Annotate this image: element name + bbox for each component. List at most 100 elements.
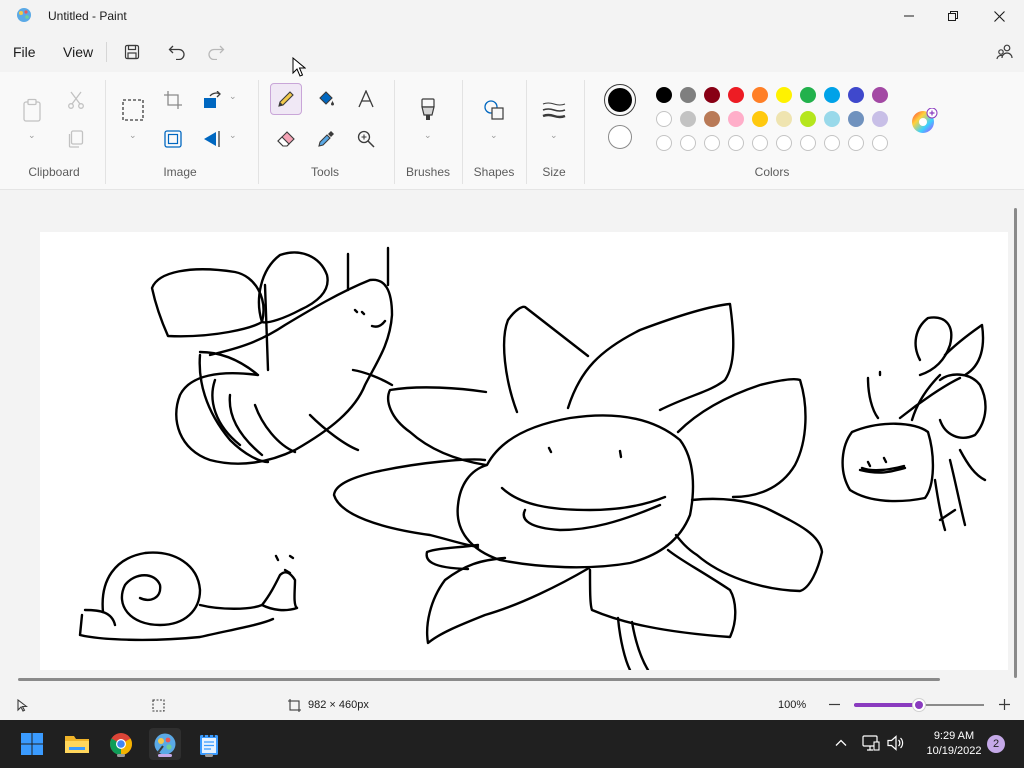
- selection-size-icon: [152, 699, 165, 712]
- custom-color-slot[interactable]: [656, 135, 672, 151]
- redo-button[interactable]: [201, 38, 231, 66]
- start-button[interactable]: [16, 728, 48, 760]
- paint-taskbar-button[interactable]: [149, 728, 181, 760]
- custom-color-slot[interactable]: [680, 135, 696, 151]
- save-button[interactable]: [117, 38, 147, 66]
- custom-color-slot[interactable]: [776, 135, 792, 151]
- color-swatch[interactable]: [752, 87, 768, 103]
- zoom-in-button[interactable]: [996, 696, 1012, 712]
- text-tool-button[interactable]: [350, 83, 382, 115]
- color-swatch[interactable]: [848, 111, 864, 127]
- rotate-button[interactable]: [196, 84, 228, 116]
- eraser-tool-button[interactable]: [270, 123, 302, 155]
- primary-color-button[interactable]: [604, 84, 636, 116]
- flip-button[interactable]: [196, 123, 228, 155]
- show-hidden-icons-button[interactable]: [834, 736, 848, 753]
- color-swatch[interactable]: [704, 111, 720, 127]
- color-swatch[interactable]: [848, 87, 864, 103]
- clipboard-icon: [23, 98, 41, 122]
- pencil-tool-button[interactable]: [270, 83, 302, 115]
- select-button[interactable]: [117, 94, 149, 126]
- restore-button[interactable]: [930, 0, 976, 32]
- edit-colors-button[interactable]: [911, 107, 938, 133]
- custom-color-slot[interactable]: [752, 135, 768, 151]
- undo-button[interactable]: [162, 38, 192, 66]
- shapes-button[interactable]: [478, 94, 510, 126]
- color-swatch[interactable]: [728, 111, 744, 127]
- custom-color-slot[interactable]: [824, 135, 840, 151]
- flip-icon: [204, 131, 220, 147]
- chevron-down-icon[interactable]: ⌄: [229, 91, 237, 102]
- chevron-down-icon[interactable]: ⌄: [129, 130, 137, 141]
- network-button[interactable]: [862, 735, 880, 754]
- share-button[interactable]: [990, 38, 1020, 66]
- color-swatch[interactable]: [704, 87, 720, 103]
- ribbon: ⌄ Clipboard ⌄ ⌄ ⌄ Image Tools ⌄ Brushes …: [0, 72, 1024, 190]
- close-button[interactable]: [976, 0, 1022, 32]
- brushes-button[interactable]: [412, 94, 444, 126]
- chevron-down-icon[interactable]: ⌄: [490, 130, 498, 141]
- vertical-scrollbar[interactable]: [1014, 208, 1017, 678]
- color-swatch[interactable]: [680, 87, 696, 103]
- clock-time: 9:29 AM: [933, 730, 975, 742]
- rectangle-select-icon: [122, 99, 144, 121]
- custom-color-slot[interactable]: [848, 135, 864, 151]
- rotate-icon: [204, 91, 221, 108]
- color-swatch[interactable]: [872, 111, 888, 127]
- paste-button[interactable]: [16, 94, 48, 126]
- horizontal-scrollbar[interactable]: [18, 678, 940, 681]
- chrome-button[interactable]: [105, 728, 137, 760]
- color-swatch[interactable]: [776, 87, 792, 103]
- chevron-down-icon[interactable]: ⌄: [424, 130, 432, 141]
- clock[interactable]: 9:29 AM 10/19/2022: [912, 729, 996, 759]
- file-explorer-button[interactable]: [61, 728, 93, 760]
- color-swatch[interactable]: [800, 87, 816, 103]
- color-swatch[interactable]: [656, 111, 672, 127]
- secondary-color-button[interactable]: [608, 125, 632, 149]
- color-picker-button[interactable]: [310, 123, 342, 155]
- volume-button[interactable]: [887, 735, 905, 754]
- color-swatch[interactable]: [728, 87, 744, 103]
- chevron-down-icon[interactable]: ⌄: [550, 130, 558, 141]
- cursor-position-icon: [17, 699, 28, 712]
- custom-color-slot[interactable]: [800, 135, 816, 151]
- line-width-icon: [542, 102, 566, 119]
- size-button[interactable]: [538, 94, 570, 126]
- zoom-percent[interactable]: 100%: [778, 699, 806, 711]
- canvas-area: [0, 190, 1024, 681]
- zoom-slider[interactable]: [854, 698, 984, 712]
- drawing-canvas[interactable]: [40, 232, 1008, 670]
- notepad-button[interactable]: [193, 728, 225, 760]
- chevron-down-icon[interactable]: ⌄: [229, 130, 237, 141]
- file-menu[interactable]: File: [13, 44, 36, 60]
- color-swatch[interactable]: [872, 87, 888, 103]
- magnifier-tool-button[interactable]: [350, 123, 382, 155]
- crop-button[interactable]: [157, 84, 189, 116]
- color-swatch[interactable]: [752, 111, 768, 127]
- canvas-size-text: 982 × 460px: [308, 699, 369, 711]
- copy-button[interactable]: [60, 123, 92, 155]
- zoom-slider-thumb[interactable]: [912, 698, 926, 712]
- size-group-label: Size: [542, 165, 566, 179]
- minimize-button[interactable]: [886, 0, 932, 32]
- zoom-out-button[interactable]: [826, 696, 842, 712]
- color-swatch[interactable]: [800, 111, 816, 127]
- cut-button[interactable]: [60, 84, 92, 116]
- text-icon: [358, 90, 374, 108]
- notification-badge[interactable]: 2: [987, 735, 1005, 753]
- color-swatch[interactable]: [680, 111, 696, 127]
- custom-color-slot[interactable]: [704, 135, 720, 151]
- resize-button[interactable]: [157, 123, 189, 155]
- primary-color-swatch: [608, 88, 632, 112]
- custom-color-slot[interactable]: [872, 135, 888, 151]
- view-menu[interactable]: View: [63, 44, 93, 60]
- fill-tool-button[interactable]: [310, 83, 342, 115]
- shapes-icon: [484, 100, 504, 120]
- color-swatch[interactable]: [656, 87, 672, 103]
- chevron-down-icon[interactable]: ⌄: [28, 130, 36, 141]
- custom-color-slot[interactable]: [728, 135, 744, 151]
- color-swatch[interactable]: [824, 111, 840, 127]
- color-swatch[interactable]: [824, 87, 840, 103]
- redo-icon: [208, 45, 225, 60]
- color-swatch[interactable]: [776, 111, 792, 127]
